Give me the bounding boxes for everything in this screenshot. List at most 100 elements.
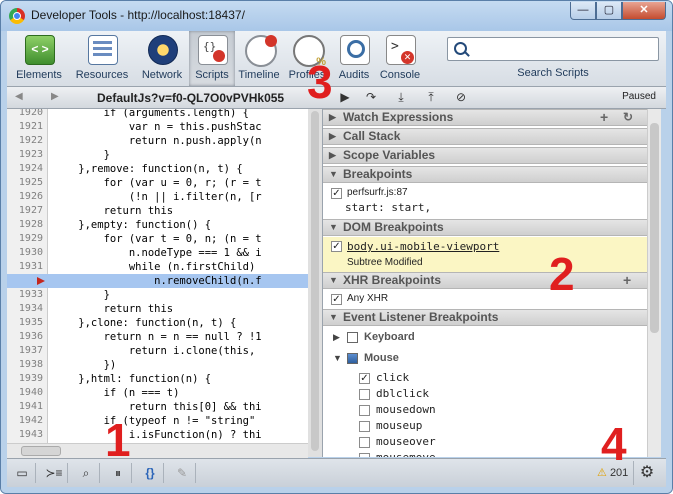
pause-on-exceptions-icon[interactable]: ⏸: [105, 463, 132, 483]
search-input[interactable]: [472, 40, 658, 60]
add-watch-button[interactable]: +: [600, 110, 608, 125]
breakpoint-checkbox[interactable]: [331, 188, 342, 199]
line-number[interactable]: 1941: [7, 400, 43, 414]
line-number[interactable]: 1934: [7, 302, 43, 316]
code-line[interactable]: 1941 return this[0] && thi: [7, 400, 308, 414]
sidebar-vertical-scrollbar[interactable]: [647, 109, 661, 457]
pretty-print-icon[interactable]: {}: [137, 463, 164, 483]
dom-node-link[interactable]: body.ui-mobile-viewport: [347, 240, 499, 253]
line-number[interactable]: 1927: [7, 204, 43, 218]
code-line[interactable]: 1930 n.nodeType === 1 && i: [7, 246, 308, 260]
line-number[interactable]: 1942: [7, 414, 43, 428]
code-line[interactable]: 1928 },empty: function() {: [7, 218, 308, 232]
event-checkbox[interactable]: [359, 405, 370, 416]
mouse-checkbox[interactable]: [347, 353, 358, 364]
line-number[interactable]: 1931: [7, 260, 43, 274]
code-line[interactable]: 1939 },html: function(n) {: [7, 372, 308, 386]
xhr-breakpoints-header[interactable]: ▼ XHR Breakpoints +: [323, 272, 648, 289]
line-number[interactable]: 1921: [7, 120, 43, 134]
line-number[interactable]: 1933: [7, 288, 43, 302]
tab-timeline[interactable]: Timeline: [235, 31, 283, 86]
code-line[interactable]: 1936 return n = n == null ? !1: [7, 330, 308, 344]
step-over-button[interactable]: ↷: [363, 90, 379, 104]
tab-console[interactable]: Console: [377, 31, 423, 86]
line-number[interactable]: 1929: [7, 232, 43, 246]
resume-button[interactable]: ▶: [337, 90, 353, 104]
event-checkbox[interactable]: [359, 421, 370, 432]
code-line[interactable]: 1942 if (typeof n != "string": [7, 414, 308, 428]
code-line[interactable]: 1931 while (n.firstChild): [7, 260, 308, 274]
script-file-select[interactable]: DefaultJs?v=f0-QL7O0vPVHk055: [97, 91, 284, 105]
dom-breakpoint-checkbox[interactable]: [331, 241, 342, 252]
deactivate-breakpoints-button[interactable]: ⊘: [453, 90, 469, 104]
event-checkbox[interactable]: [359, 373, 370, 384]
scroll-thumb[interactable]: [21, 446, 61, 456]
back-button[interactable]: ◀: [15, 91, 23, 102]
tab-audits[interactable]: Audits: [333, 31, 375, 86]
scroll-thumb[interactable]: [650, 123, 659, 333]
step-into-button[interactable]: ⤓: [393, 90, 409, 104]
code-line[interactable]: 1943 i.isFunction(n) ? thi: [7, 428, 308, 442]
gear-icon[interactable]: ⚙: [633, 461, 660, 485]
source-horizontal-scrollbar[interactable]: [7, 443, 308, 458]
category-keyboard[interactable]: ▶ Keyboard: [323, 329, 648, 347]
search-icon[interactable]: ⌕: [73, 463, 100, 483]
code-line[interactable]: 1940 if (n === t): [7, 386, 308, 400]
event-checkbox[interactable]: [359, 453, 370, 457]
scroll-thumb[interactable]: [311, 111, 319, 451]
line-number[interactable]: 1939: [7, 372, 43, 386]
add-xhr-breakpoint-button[interactable]: +: [623, 273, 631, 288]
line-number[interactable]: 1940: [7, 386, 43, 400]
tab-scripts[interactable]: Scripts: [189, 31, 235, 86]
line-number[interactable]: 1923: [7, 148, 43, 162]
maximize-button[interactable]: ▢: [596, 2, 622, 20]
line-number[interactable]: 1928: [7, 218, 43, 232]
code-line[interactable]: 1921 var n = this.pushStac: [7, 120, 308, 134]
breakpoint-location[interactable]: perfsurfr.js:87: [347, 187, 408, 198]
line-number[interactable]: 1938: [7, 358, 43, 372]
source-view[interactable]: 1920 if (arguments.length) {1921 var n =…: [7, 109, 308, 457]
dom-breakpoints-header[interactable]: ▼ DOM Breakpoints: [323, 219, 648, 236]
code-line[interactable]: 1924 },remove: function(n, t) {: [7, 162, 308, 176]
line-number[interactable]: 1936: [7, 330, 43, 344]
event-checkbox[interactable]: [359, 389, 370, 400]
event-listener-breakpoints-header[interactable]: ▼ Event Listener Breakpoints: [323, 309, 648, 326]
code-line[interactable]: 1929 for (var t = 0, n; (n = t: [7, 232, 308, 246]
event-checkbox[interactable]: [359, 437, 370, 448]
code-line[interactable]: 1938 }): [7, 358, 308, 372]
dock-toggle-button[interactable]: ▭: [9, 463, 36, 483]
line-number[interactable]: 1930: [7, 246, 43, 260]
execution-line[interactable]: n.removeChild(n.f: [7, 274, 308, 288]
category-mouse[interactable]: ▼ Mouse: [323, 350, 648, 368]
edit-icon[interactable]: ✎: [169, 463, 196, 483]
line-number[interactable]: 1920: [7, 109, 43, 120]
tab-resources[interactable]: Resources: [71, 31, 133, 86]
line-number[interactable]: 1943: [7, 428, 43, 442]
forward-button[interactable]: ▶: [51, 91, 59, 102]
scope-variables-header[interactable]: ▶ Scope Variables: [323, 147, 648, 164]
line-number[interactable]: 1925: [7, 176, 43, 190]
line-number[interactable]: 1937: [7, 344, 43, 358]
line-number[interactable]: 1935: [7, 316, 43, 330]
source-vertical-scrollbar[interactable]: [308, 109, 322, 457]
step-out-button[interactable]: ⤒: [423, 90, 439, 104]
line-number[interactable]: 1922: [7, 134, 43, 148]
code-line[interactable]: 1935 },clone: function(n, t) {: [7, 316, 308, 330]
code-line[interactable]: 1926 (!n || i.filter(n, [r: [7, 190, 308, 204]
line-number[interactable]: 1926: [7, 190, 43, 204]
code-line[interactable]: 1925 for (var u = 0, r; (r = t: [7, 176, 308, 190]
console-toggle-button[interactable]: ≻≡: [41, 463, 68, 483]
tab-elements[interactable]: Elements: [11, 31, 67, 86]
watch-expressions-header[interactable]: ▶ Watch Expressions + ↻: [323, 109, 648, 126]
close-button[interactable]: ✕: [622, 2, 666, 20]
breakpoints-header[interactable]: ▼ Breakpoints: [323, 166, 648, 183]
code-line[interactable]: 1934 return this: [7, 302, 308, 316]
code-line[interactable]: 1927 return this: [7, 204, 308, 218]
refresh-watch-button[interactable]: ↻: [623, 110, 633, 125]
code-line[interactable]: 1920 if (arguments.length) {: [7, 109, 308, 120]
minimize-button[interactable]: —: [570, 2, 596, 20]
code-line[interactable]: 1922 return n.push.apply(n: [7, 134, 308, 148]
code-line[interactable]: 1923 }: [7, 148, 308, 162]
tab-network[interactable]: Network: [135, 31, 189, 86]
line-number[interactable]: 1924: [7, 162, 43, 176]
